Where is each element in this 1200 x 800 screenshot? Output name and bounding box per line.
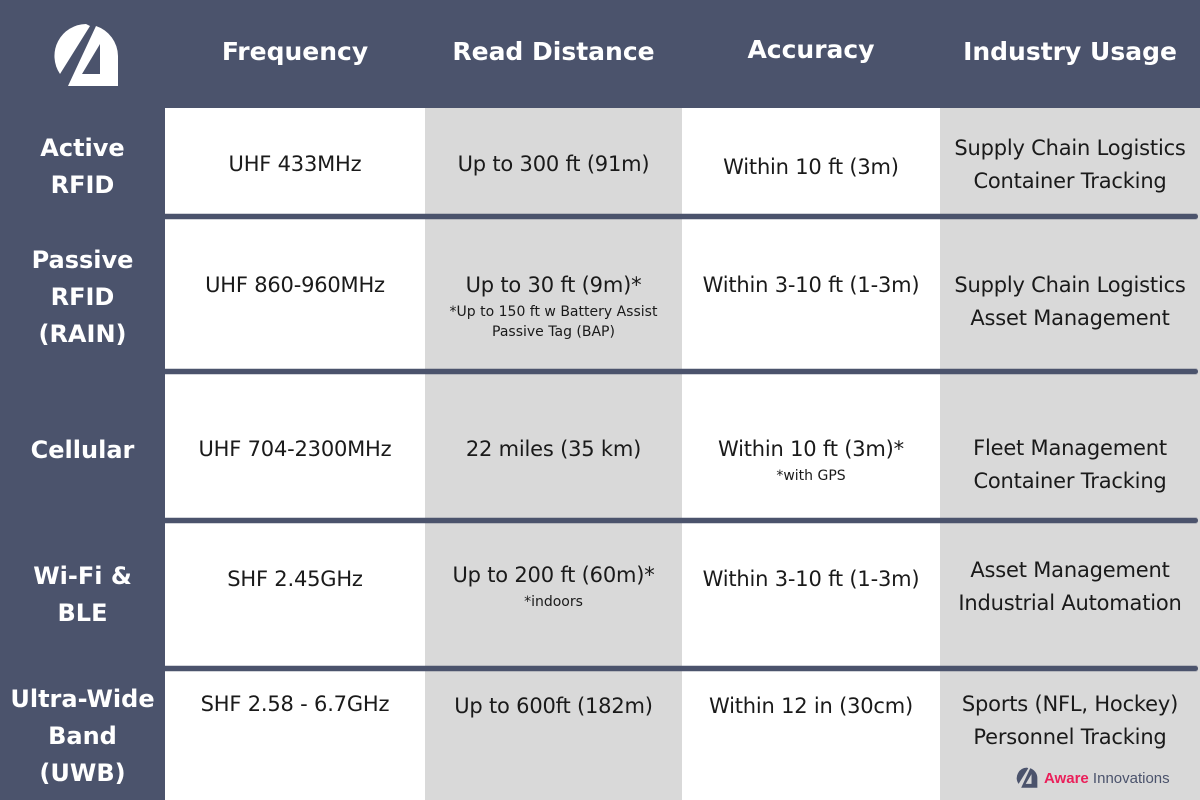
column-header-frequency: Frequency: [221, 37, 369, 66]
row-divider: [165, 369, 1198, 374]
cell-read-distance: Up to 600ft (182m): [454, 694, 653, 718]
row-divider: [165, 666, 1198, 671]
footnote: *with GPS: [776, 468, 846, 484]
aware-innovations-logo-icon: [54, 24, 118, 86]
cell-accuracy: Within 10 ft (3m): [723, 155, 899, 179]
footnote: Passive Tag (BAP): [492, 324, 615, 340]
row-label-uwb: Ultra-Wide Band (UWB): [10, 685, 155, 787]
cell-frequency: SHF 2.45GHz: [227, 567, 363, 591]
cell-accuracy: Within 3-10 ft (1-3m): [702, 567, 920, 591]
cell-industry-usage: Sports (NFL, Hockey) Personnel Tracking: [961, 692, 1179, 749]
cell-read-distance: Up to 30 ft (9m)* *Up to 150 ft w Batter…: [449, 273, 658, 340]
column-header-accuracy: Accuracy: [747, 35, 875, 64]
cell-accuracy: Within 12 in (30cm): [708, 694, 914, 718]
cell-frequency: UHF 704-2300MHz: [198, 437, 392, 461]
cell-industry-usage: Supply Chain Logistics Container Trackin…: [954, 136, 1186, 193]
cell-industry-usage: Asset Management Industrial Automation: [958, 558, 1182, 615]
row-label-passive-rfid: Passive RFID (RAIN): [31, 246, 134, 348]
row-divider: [165, 214, 1198, 219]
cell-read-distance: 22 miles (35 km): [465, 437, 642, 461]
row-label-wifi-ble: Wi-Fi & BLE: [33, 562, 132, 627]
cell-frequency: SHF 2.58 - 6.7GHz: [200, 692, 390, 716]
aware-innovations-logo-icon: [1016, 767, 1038, 788]
column-header-industry-usage: Industry Usage: [963, 37, 1177, 66]
cell-accuracy: Within 3-10 ft (1-3m): [702, 273, 920, 297]
cell-industry-usage: Fleet Management Container Tracking: [973, 436, 1167, 493]
cell-frequency: UHF 860-960MHz: [205, 273, 385, 297]
brand-watermark: Aware Innovations: [1016, 766, 1170, 790]
cell-read-distance: Up to 300 ft (91m): [457, 152, 650, 176]
row-label-active-rfid: Active RFID: [40, 134, 125, 199]
row-divider: [165, 518, 1198, 523]
table-header: Frequency Read Distance Accuracy Industr…: [0, 0, 1200, 108]
footnote: *indoors: [524, 594, 583, 610]
row-label-cellular: Cellular: [30, 436, 135, 464]
column-header-read-distance: Read Distance: [452, 37, 655, 66]
cell-frequency: UHF 433MHz: [228, 152, 362, 176]
cell-industry-usage: Supply Chain Logistics Asset Management: [954, 273, 1186, 330]
footnote: *Up to 150 ft w Battery Assist: [449, 304, 658, 320]
cell-accuracy: Within 10 ft (3m)* *with GPS: [718, 437, 904, 484]
brand-name: Aware Innovations: [1044, 769, 1170, 787]
cell-read-distance: Up to 200 ft (60m)* *indoors: [452, 563, 655, 610]
